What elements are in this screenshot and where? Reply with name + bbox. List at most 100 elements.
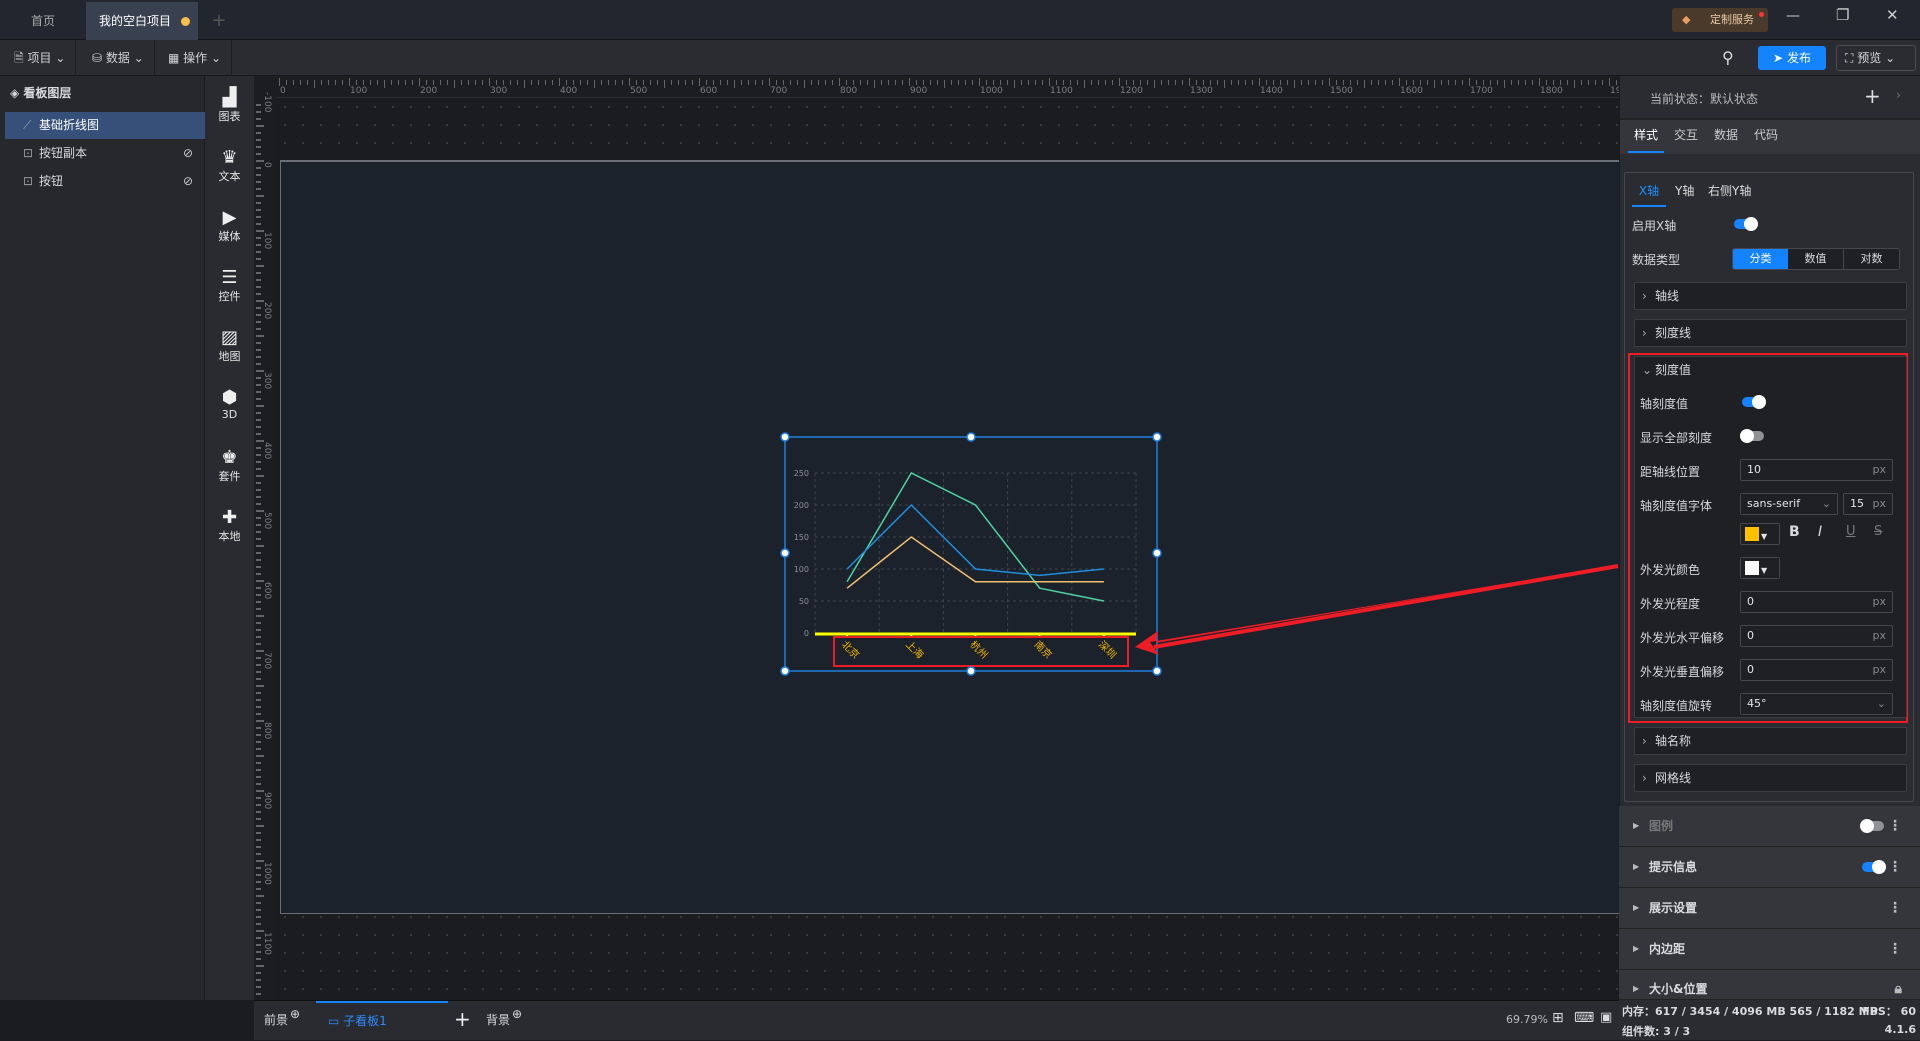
- glow-level-input[interactable]: 0 px: [1740, 591, 1893, 613]
- more-icon[interactable]: ⋮: [1888, 847, 1902, 887]
- add-board-button[interactable]: +: [454, 1007, 471, 1031]
- line-chart-widget[interactable]: 0 50 100 150 200 250 北京 上海 杭州 南京 深圳: [780, 432, 1164, 678]
- offset-input[interactable]: 10 px: [1740, 459, 1893, 481]
- minimize-button[interactable]: —: [1786, 8, 1800, 24]
- component-kit[interactable]: ♚ 套件: [205, 448, 254, 484]
- tooltip-toggle[interactable]: [1862, 860, 1886, 874]
- component-media[interactable]: ▶ 媒体: [205, 208, 254, 244]
- more-icon[interactable]: ⋮: [1888, 806, 1902, 846]
- ruler-tick: [825, 80, 826, 85]
- rotate-select[interactable]: 45° ⌄: [1740, 693, 1893, 715]
- fit-screen-icon[interactable]: ⊞: [1552, 1010, 1564, 1026]
- glow-color-picker[interactable]: ▼: [1740, 557, 1780, 579]
- underline-button[interactable]: U: [1846, 524, 1856, 539]
- resize-handle[interactable]: [1152, 666, 1162, 676]
- strikethrough-button[interactable]: S: [1874, 524, 1882, 539]
- component-chart[interactable]: ▟ 图表: [205, 88, 254, 124]
- resize-handle[interactable]: [966, 432, 976, 442]
- component-3d[interactable]: ⬢ 3D: [205, 388, 254, 422]
- new-tab-button[interactable]: +: [208, 2, 230, 40]
- chevron-right-icon[interactable]: ›: [1896, 88, 1901, 102]
- add-state-button[interactable]: +: [1864, 84, 1881, 108]
- ruler-tick: [256, 629, 261, 631]
- section-padding[interactable]: ▶ 内边距 ⋮: [1619, 929, 1920, 970]
- font-color-picker[interactable]: ▼: [1740, 523, 1780, 545]
- add-circle-icon[interactable]: ⊕: [290, 1007, 300, 1021]
- custom-service-button[interactable]: ◆ 定制服务: [1672, 8, 1768, 32]
- section-size-position[interactable]: ▶ 大小&位置 🔒︎: [1619, 970, 1920, 1000]
- ruler-tick: [636, 80, 637, 85]
- show-all-ticks-toggle[interactable]: [1740, 429, 1764, 443]
- glow-v-input[interactable]: 0 px: [1740, 659, 1893, 681]
- keyboard-icon[interactable]: ⌨: [1574, 1010, 1594, 1026]
- resize-handle[interactable]: [780, 548, 790, 558]
- eye-hidden-icon[interactable]: ⊘: [183, 140, 193, 167]
- layer-item-button-copy[interactable]: ⊡ 按钮副本 ⊘: [5, 140, 205, 167]
- font-family-select[interactable]: sans-serif ⌄: [1740, 493, 1838, 515]
- collapse-axis-line[interactable]: › 轴线: [1634, 282, 1907, 310]
- component-map[interactable]: ▨ 地图: [205, 328, 254, 364]
- tab-data[interactable]: 数据: [1714, 126, 1738, 143]
- enable-x-toggle[interactable]: [1734, 217, 1758, 231]
- chevron-down-icon[interactable]: ⌄: [1642, 357, 1652, 383]
- tab-code[interactable]: 代码: [1754, 126, 1778, 143]
- glow-h-input[interactable]: 0 px: [1740, 625, 1893, 647]
- ruler-tick: [256, 664, 261, 666]
- zoom-level[interactable]: 69.79%: [1506, 1013, 1548, 1026]
- foreground-tab[interactable]: 前景 ⊕: [264, 1007, 300, 1028]
- ruler-tick: [256, 741, 261, 743]
- collapse-grid-line[interactable]: › 网格线: [1634, 764, 1907, 792]
- tab-interaction[interactable]: 交互: [1674, 126, 1698, 143]
- more-icon[interactable]: ⋮: [1888, 929, 1902, 969]
- resize-handle[interactable]: [1152, 432, 1162, 442]
- layer-item-button[interactable]: ⊡ 按钮 ⊘: [5, 168, 205, 195]
- tab-y-axis[interactable]: Y轴: [1675, 182, 1694, 199]
- data-type-category[interactable]: 分类: [1733, 249, 1788, 269]
- component-text[interactable]: ♛ 文本: [205, 148, 254, 184]
- resize-handle[interactable]: [966, 666, 976, 676]
- ruler-tick: [1343, 80, 1344, 85]
- data-type-log[interactable]: 对数: [1844, 249, 1899, 269]
- bold-button[interactable]: B: [1789, 524, 1800, 540]
- section-legend[interactable]: ▶ 图例 ⋮: [1619, 806, 1920, 847]
- tab-home[interactable]: 首页: [0, 2, 86, 40]
- ruler-tick: [256, 419, 261, 421]
- ruler-tick: [580, 80, 581, 85]
- collapse-axis-name[interactable]: › 轴名称: [1634, 727, 1907, 755]
- terminal-icon[interactable]: ▣: [1600, 1010, 1612, 1025]
- font-size-input[interactable]: 15 px: [1843, 493, 1893, 515]
- ruler-tick: [1497, 80, 1498, 85]
- resize-handle[interactable]: [780, 666, 790, 676]
- add-circle-icon[interactable]: ⊕: [512, 1007, 522, 1021]
- restore-button[interactable]: ❐: [1836, 6, 1849, 24]
- board-tab-1[interactable]: ▭ 子看板1: [316, 1001, 448, 1041]
- ruler-tick: [256, 643, 261, 645]
- component-control[interactable]: ☰ 控件: [205, 268, 254, 304]
- tab-project[interactable]: 我的空白项目: [86, 2, 198, 40]
- menu-operate[interactable]: ▦ 操作 ⌄: [158, 40, 233, 76]
- tab-style[interactable]: 样式: [1628, 126, 1664, 153]
- more-icon[interactable]: ⋮: [1888, 888, 1902, 928]
- menu-data[interactable]: ⛁ 数据 ⌄: [82, 40, 155, 76]
- legend-toggle[interactable]: [1860, 819, 1884, 833]
- background-tab[interactable]: 背景 ⊕: [486, 1007, 522, 1028]
- menu-project[interactable]: 🗎 项目 ⌄: [4, 40, 77, 76]
- layer-item-line-chart[interactable]: ⟋ 基础折线图: [5, 112, 205, 139]
- axis-tick-value-toggle[interactable]: [1742, 395, 1766, 409]
- italic-button[interactable]: I: [1818, 524, 1822, 540]
- tab-right-y-axis[interactable]: 右侧Y轴: [1708, 182, 1751, 199]
- resize-handle[interactable]: [780, 432, 790, 442]
- component-local[interactable]: ✚ 本地: [205, 508, 254, 544]
- search-icon[interactable]: ⚲: [1722, 48, 1734, 67]
- section-display[interactable]: ▶ 展示设置 ⋮: [1619, 888, 1920, 929]
- series-orange[interactable]: [846, 536, 1104, 589]
- close-button[interactable]: ✕: [1886, 6, 1899, 24]
- data-type-value[interactable]: 数值: [1788, 249, 1844, 269]
- collapse-tick-line[interactable]: › 刻度线: [1634, 319, 1907, 347]
- section-tooltip[interactable]: ▶ 提示信息 ⋮: [1619, 847, 1920, 888]
- collapse-label[interactable]: 刻度值: [1655, 363, 1691, 377]
- preview-button[interactable]: ⛶ 预览 ⌄: [1836, 45, 1916, 71]
- tab-x-axis[interactable]: X轴: [1632, 182, 1666, 207]
- eye-hidden-icon[interactable]: ⊘: [183, 168, 193, 195]
- publish-button[interactable]: ➤ 发布: [1758, 46, 1826, 70]
